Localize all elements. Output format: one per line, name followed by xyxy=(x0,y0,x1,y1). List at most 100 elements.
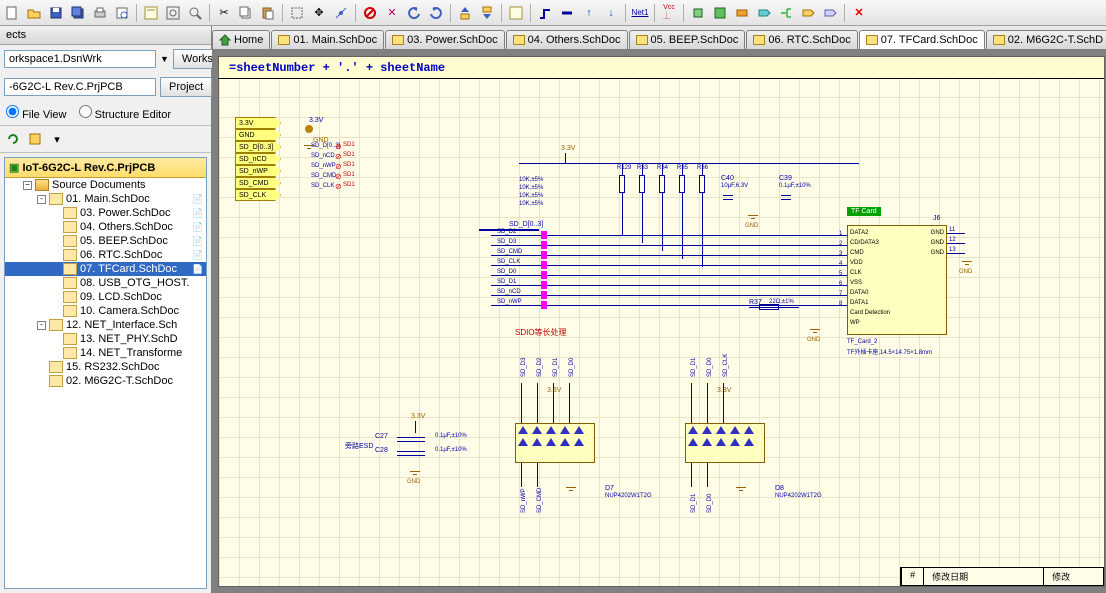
panel-title: ects xyxy=(0,26,211,45)
tree-item[interactable]: 08. USB_OTG_HOST. xyxy=(5,276,206,290)
tab[interactable]: 06. RTC.SchDoc xyxy=(746,30,857,49)
paste-icon[interactable] xyxy=(258,3,278,23)
sheet-icon[interactable] xyxy=(506,3,526,23)
save-icon[interactable] xyxy=(46,3,66,23)
tree-item[interactable]: -12. NET_Interface.Sch xyxy=(5,318,206,332)
port: SD_nCD xyxy=(235,153,281,165)
move-icon[interactable]: ✥ xyxy=(309,3,329,23)
place-part-icon[interactable] xyxy=(688,3,708,23)
right-connector-icon[interactable] xyxy=(798,3,818,23)
tree-item[interactable]: 03. Power.SchDoc📄 xyxy=(5,206,206,220)
page-icon[interactable] xyxy=(141,3,161,23)
tree-root[interactable]: ▣ IoT-6G2C-L Rev.C.PrjPCB xyxy=(5,158,206,178)
rail-3v3-label: 3.3V xyxy=(561,145,575,152)
tree-item[interactable]: 02. M6G2C-T.SchDoc xyxy=(5,374,206,388)
tab[interactable]: Home xyxy=(212,30,270,49)
tree-item[interactable]: 07. TFCard.SchDoc📄 xyxy=(5,262,206,276)
no-erc-icon[interactable]: ✕ xyxy=(849,3,869,23)
preview-icon[interactable] xyxy=(112,3,132,23)
save-all-icon[interactable] xyxy=(68,3,88,23)
resistor xyxy=(699,175,705,193)
tab[interactable]: 04. Others.SchDoc xyxy=(506,30,628,49)
c39-ref: C39 xyxy=(779,175,792,182)
harness-icon[interactable] xyxy=(776,3,796,23)
tree-item[interactable]: 04. Others.SchDoc📄 xyxy=(5,220,206,234)
port: GND xyxy=(235,129,281,141)
port: 3.3V xyxy=(235,117,281,129)
port: SD_CMD xyxy=(235,177,281,189)
j6-ref: J6 xyxy=(933,215,940,222)
bus-netlabel: SD_D[0..3] xyxy=(509,221,543,228)
tab[interactable]: 02. M6G2C-T.SchD xyxy=(986,30,1106,49)
refresh-icon[interactable] xyxy=(3,129,23,149)
net-label-icon[interactable]: Net1 xyxy=(630,3,650,23)
undo-icon[interactable] xyxy=(404,3,424,23)
tab[interactable]: 05. BEEP.SchDoc xyxy=(629,30,746,49)
new-icon[interactable] xyxy=(2,3,22,23)
tree-source-docs[interactable]: − Source Documents xyxy=(5,178,206,192)
deny-icon[interactable] xyxy=(360,3,380,23)
zoom-in-icon[interactable] xyxy=(185,3,205,23)
file-view-radio[interactable]: File View xyxy=(6,105,67,121)
redo-icon[interactable] xyxy=(426,3,446,23)
project-input[interactable] xyxy=(4,78,156,96)
power-port-icon[interactable]: Vcc⏊ xyxy=(659,3,679,23)
tree-item[interactable]: 09. LCD.SchDoc xyxy=(5,290,206,304)
tree-item[interactable]: 13. NET_PHY.SchD xyxy=(5,332,206,346)
marquee-icon[interactable] xyxy=(287,3,307,23)
tree-item[interactable]: 06. RTC.SchDoc📄 xyxy=(5,248,206,262)
tree-item[interactable]: 05. BEEP.SchDoc📄 xyxy=(5,234,206,248)
workspace-input[interactable] xyxy=(4,50,156,68)
zoom-fit-icon[interactable] xyxy=(163,3,183,23)
print-icon[interactable] xyxy=(90,3,110,23)
schematic-canvas[interactable]: =sheetNumber + '.' + sheetName 3.3VGNDSD… xyxy=(218,56,1105,587)
c28-ref: C28 xyxy=(375,447,388,454)
tab[interactable]: 01. Main.SchDoc xyxy=(271,30,384,49)
sheet-symbol-icon[interactable] xyxy=(710,3,730,23)
port-icon[interactable] xyxy=(754,3,774,23)
j6-note2: TF外插卡座,14.5×14.75×1.8mm xyxy=(847,347,932,356)
bus-icon[interactable] xyxy=(557,3,577,23)
hierarchy-down-icon[interactable] xyxy=(477,3,497,23)
hierarchy-up-icon[interactable] xyxy=(455,3,475,23)
snap-icon[interactable] xyxy=(331,3,351,23)
tree-item[interactable]: -01. Main.SchDoc📄 xyxy=(5,192,206,206)
j6-shield-gnd-icon xyxy=(809,329,821,337)
d7-3v3: 3.3V xyxy=(547,387,561,394)
project-button[interactable]: Project xyxy=(160,77,212,97)
compile-icon[interactable] xyxy=(25,129,45,149)
wire-icon[interactable] xyxy=(535,3,555,23)
j6-connector: DATA2CD/DATA3CMDVDDCLKVSSDATA0DATA1Card … xyxy=(847,225,947,335)
d7-gnd xyxy=(565,487,577,495)
link-icon[interactable]: ✕ xyxy=(382,3,402,23)
tree-item[interactable]: 10. Camera.SchDoc xyxy=(5,304,206,318)
c28-val: 0.1μF,±10% xyxy=(435,447,467,453)
cut-icon[interactable]: ✂ xyxy=(214,3,234,23)
sheet-entry-icon[interactable] xyxy=(732,3,752,23)
tab[interactable]: 07. TFCard.SchDoc xyxy=(859,30,985,49)
main-toolbar: ✂ ✥ ✕ ↑ ↓ Net1 Vcc⏊ ✕ xyxy=(0,0,1106,26)
revision-table: # 修改日期 修改 xyxy=(900,567,1104,586)
project-tree: ▣ IoT-6G2C-L Rev.C.PrjPCB − Source Docum… xyxy=(4,157,207,589)
down-arrow-icon[interactable]: ↓ xyxy=(601,3,621,23)
copy-icon[interactable] xyxy=(236,3,256,23)
tree-item[interactable]: 15. RS232.SchDoc xyxy=(5,360,206,374)
d7-part: NUP4202W1T2G xyxy=(605,493,652,499)
right-connector2-icon[interactable] xyxy=(820,3,840,23)
c40-val: 10μF,6.3V xyxy=(721,183,748,189)
j6-gnd-icon xyxy=(961,261,973,269)
j6-note1: TF_Card_2 xyxy=(847,339,877,345)
resistor xyxy=(679,175,685,193)
port: SD_D[0..3] xyxy=(235,141,281,153)
port: SD_nWP xyxy=(235,165,281,177)
power-3v3-label: 3.3V xyxy=(309,117,323,124)
up-arrow-icon[interactable]: ↑ xyxy=(579,3,599,23)
structure-radio[interactable]: Structure Editor xyxy=(79,105,171,121)
d8-esd-array xyxy=(685,423,765,463)
tab[interactable]: 03. Power.SchDoc xyxy=(385,30,505,49)
esd-note: 旁路ESD xyxy=(345,441,373,451)
c40-ref: C40 xyxy=(721,175,734,182)
options-icon[interactable]: ▾ xyxy=(47,129,67,149)
open-icon[interactable] xyxy=(24,3,44,23)
tree-item[interactable]: 14. NET_Transforme xyxy=(5,346,206,360)
